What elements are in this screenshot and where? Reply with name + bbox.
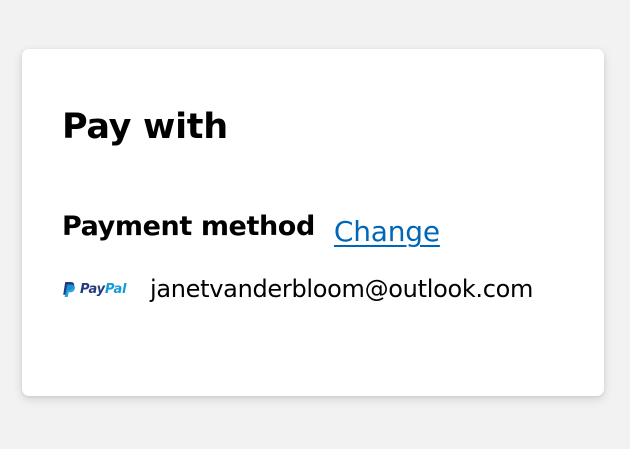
paypal-p-icon <box>63 281 76 297</box>
pay-with-card: Pay with Payment method Change PayPal ja… <box>22 49 604 396</box>
change-payment-method-link[interactable]: Change <box>334 215 440 248</box>
payment-account-row: PayPal janetvanderbloom@outlook.com <box>62 275 533 303</box>
paypal-wordmark: PayPal <box>80 282 126 297</box>
paypal-logo: PayPal <box>62 281 134 298</box>
payment-method-row: Payment method Change <box>62 209 440 248</box>
page-title: Pay with <box>62 107 228 147</box>
paypal-wordmark-pal: Pal <box>104 281 127 297</box>
paypal-wordmark-pay: Pay <box>80 281 105 297</box>
account-email: janetvanderbloom@outlook.com <box>150 275 534 303</box>
payment-method-label: Payment method <box>62 211 315 242</box>
